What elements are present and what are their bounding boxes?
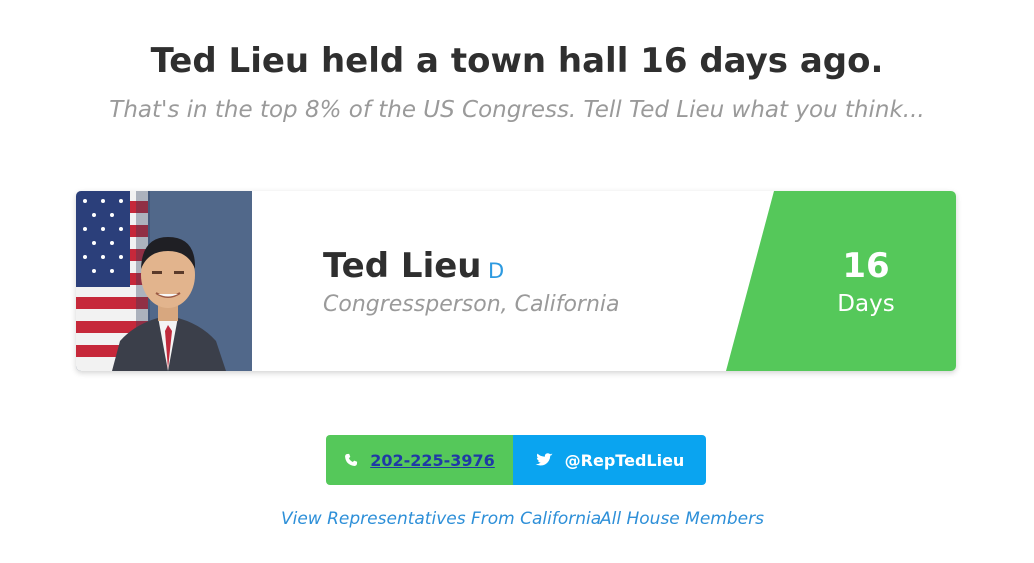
phone-number-link[interactable]: 202-225-3976 [370,451,495,470]
twitter-handle-label: @RepTedLieu [564,450,685,470]
days-count: 16 [842,246,890,286]
twitter-icon [535,452,553,468]
representative-photo [76,191,252,371]
view-state-representatives-link[interactable]: View Representatives From California [281,509,601,529]
all-house-members-link[interactable]: All House Members [600,509,764,529]
party-badge: D [488,259,505,283]
twitter-button[interactable]: @RepTedLieu [513,435,706,485]
representative-card: Ted Lieu D Congressperson, California 16… [76,191,956,371]
representative-role: Congressperson, California [323,292,620,317]
page-subline: That's in the top 8% of the US Congress.… [109,97,925,123]
page-headline: Ted Lieu held a town hall 16 days ago. [150,41,884,81]
phone-icon [344,453,358,467]
representative-name: Ted Lieu [323,246,482,286]
days-label: Days [837,291,895,317]
phone-button[interactable]: 202-225-3976 [326,435,513,485]
